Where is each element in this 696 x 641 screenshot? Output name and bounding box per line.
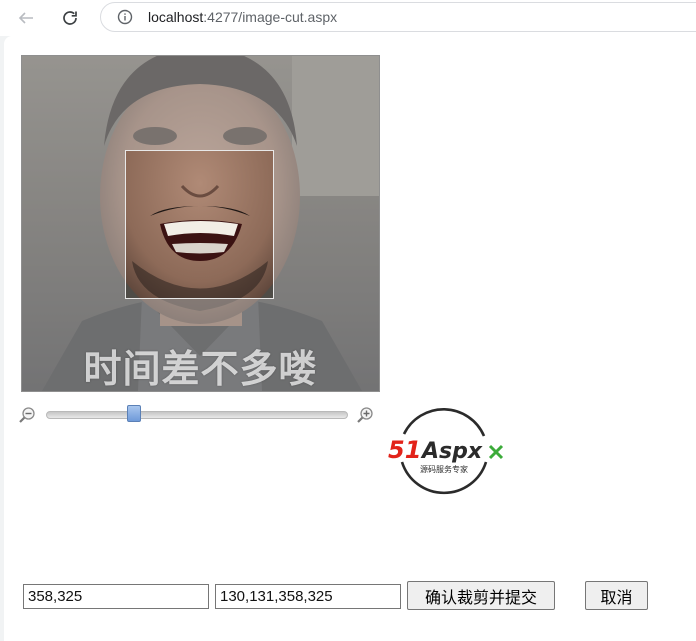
browser-toolbar: localhost:4277/image-cut.aspx xyxy=(0,0,696,36)
reload-icon xyxy=(63,11,77,25)
info-icon[interactable] xyxy=(117,9,133,25)
image-caption: 时间差不多喽 xyxy=(83,347,318,391)
image-crop-area[interactable]: 时间差不多喽 xyxy=(21,55,380,392)
url-host: localhost xyxy=(148,9,204,25)
crop-coords-field[interactable] xyxy=(215,584,401,609)
back-button[interactable] xyxy=(12,4,40,32)
51aspx-logo: 51 Aspx 源码服务专家 xyxy=(388,408,504,495)
logo-text-51: 51 xyxy=(388,436,421,464)
cancel-button[interactable]: 取消 xyxy=(585,581,648,610)
zoom-in-icon[interactable] xyxy=(356,406,374,424)
logo-text-aspx: Aspx xyxy=(420,439,483,464)
reload-button[interactable] xyxy=(56,4,84,32)
page-viewport: 时间差不多喽 51 Aspx 源码服务专家 358,325 130,131,35… xyxy=(4,36,696,641)
logo-tagline: 源码服务专家 xyxy=(420,464,468,474)
zoom-out-icon[interactable] xyxy=(18,406,36,424)
crop-selection-box[interactable] xyxy=(125,150,274,299)
url-text[interactable]: localhost:4277/image-cut.aspx xyxy=(148,9,337,25)
crop-selection-preview xyxy=(126,151,273,298)
arrow-left-icon xyxy=(18,12,33,24)
address-bar[interactable]: localhost:4277/image-cut.aspx xyxy=(100,2,696,32)
zoom-slider-thumb[interactable] xyxy=(127,405,141,422)
url-path: :4277/image-cut.aspx xyxy=(203,9,338,25)
crop-size-field[interactable] xyxy=(23,584,209,609)
confirm-crop-submit-button[interactable]: 确认裁剪并提交 xyxy=(407,581,555,610)
zoom-slider-track[interactable] xyxy=(46,411,348,419)
